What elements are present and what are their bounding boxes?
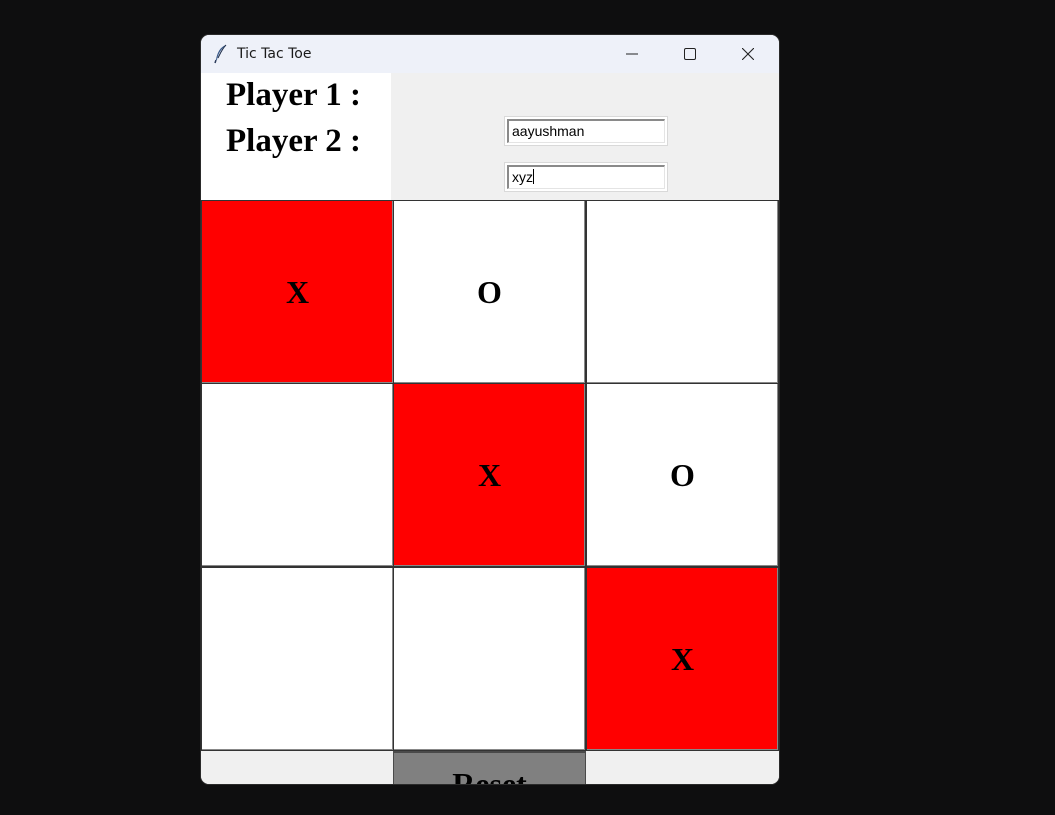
board-cell-9[interactable]: X [586,567,779,751]
maximize-icon [684,48,696,60]
player-labels: Player 1 : Player 2 : [201,73,391,200]
reset-button[interactable]: Reset [393,751,586,784]
tic-tac-toe-window: Tic Tac Toe Player 1 : Player 2 : aayush… [201,35,779,784]
player-2-name-field[interactable]: xyz [504,162,668,192]
maximize-button[interactable] [661,35,719,73]
player-2-name-text: xyz [512,169,533,185]
player-1-label: Player 1 : [226,77,362,113]
game-board: X O X O X [201,200,779,751]
minimize-icon [626,53,638,55]
board-cell-1[interactable]: X [201,200,394,384]
text-cursor [533,169,534,184]
close-button[interactable] [719,35,777,73]
board-cell-7[interactable] [201,567,394,751]
board-cell-2[interactable]: O [393,200,586,384]
board-cell-3[interactable] [586,200,779,384]
bottom-bar: Reset [201,751,779,784]
player-1-name-text: aayushman [507,119,665,143]
feather-icon [213,44,229,64]
player-1-name-field[interactable]: aayushman [504,116,668,146]
player-2-label: Player 2 : [226,123,362,159]
close-icon [742,48,754,60]
window-title: Tic Tac Toe [237,46,312,62]
board-cell-4[interactable] [201,383,394,567]
board-cell-5[interactable]: X [393,383,586,567]
title-bar[interactable]: Tic Tac Toe [201,35,779,73]
minimize-button[interactable] [603,35,661,73]
players-panel: Player 1 : Player 2 : aayushman xyz [201,73,779,200]
player-2-name-value: xyz [507,165,665,189]
board-cell-8[interactable] [393,567,586,751]
board-cell-6[interactable]: O [586,383,779,567]
